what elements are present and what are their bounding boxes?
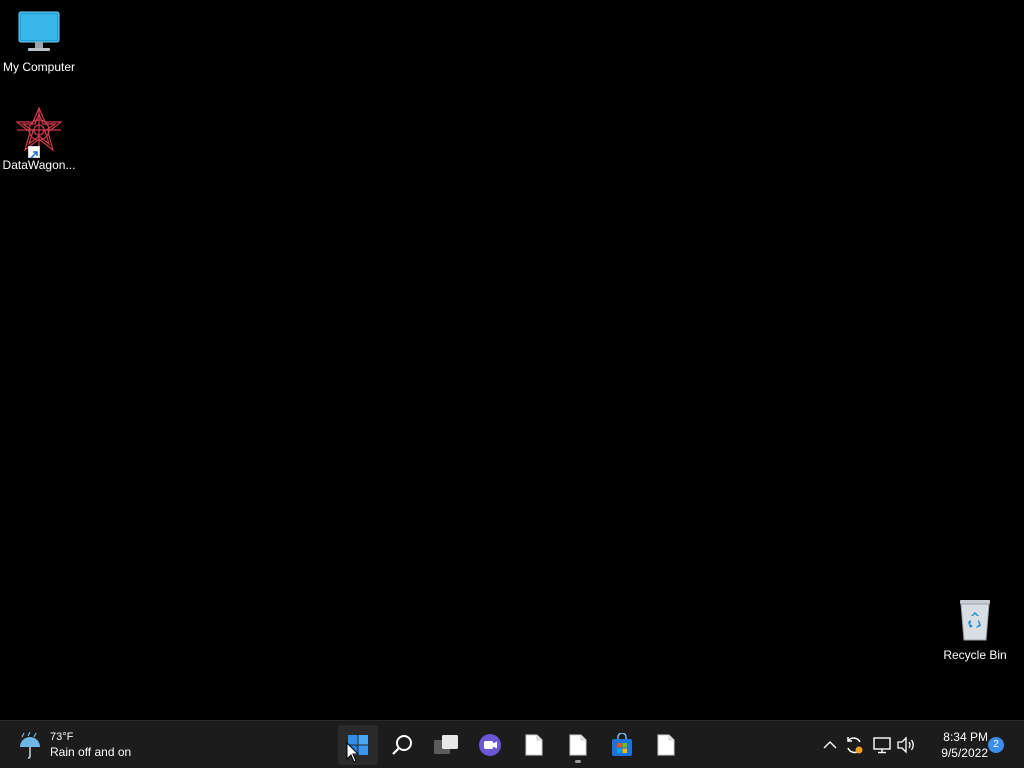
mouse-cursor-icon — [346, 741, 360, 764]
desktop-icon-label: My Computer — [2, 60, 76, 74]
search-icon — [392, 735, 412, 755]
network-icon — [873, 737, 891, 754]
taskbar-file-app[interactable] — [646, 725, 686, 765]
datawagon-logo-icon — [15, 106, 63, 159]
network-tray-button[interactable] — [870, 733, 894, 757]
recycle-bin-shortcut[interactable]: Recycle Bin — [936, 596, 1014, 662]
taskbar: 73°F Rain off and on 8:34 PM 9/5/2022 2 — [0, 720, 1024, 768]
clock-date: 9/5/2022 — [941, 746, 988, 760]
sync-icon — [847, 737, 863, 754]
taskbar-file-app[interactable] — [558, 725, 598, 765]
task-view-icon — [434, 735, 458, 754]
chevron-up-icon — [823, 741, 837, 749]
weather-temperature: 73°F — [50, 731, 74, 743]
search-button[interactable] — [382, 725, 422, 765]
datawagon-shortcut[interactable]: DataWagon... — [0, 106, 78, 172]
taskbar-file-app[interactable] — [514, 725, 554, 765]
my-computer-icon-shortcut[interactable]: My Computer — [0, 8, 78, 74]
task-view-button[interactable] — [426, 725, 466, 765]
file-icon — [525, 734, 543, 756]
running-indicator — [575, 760, 581, 763]
recycle-bin-icon — [951, 596, 999, 644]
chat-button[interactable] — [470, 725, 510, 765]
monitor-icon — [15, 8, 63, 56]
show-hidden-icons-button[interactable] — [818, 733, 842, 757]
shortcut-arrow-icon — [28, 146, 40, 159]
file-icon — [569, 734, 587, 756]
desktop: My Computer DataWagon... Recycle Bin — [0, 0, 1024, 720]
rain-umbrella-icon — [14, 729, 46, 761]
clock-time: 8:34 PM — [943, 730, 988, 744]
weather-condition: Rain off and on — [50, 745, 132, 759]
clock-button[interactable]: 8:34 PM 9/5/2022 — [924, 729, 988, 761]
store-icon — [612, 733, 632, 756]
store-button[interactable] — [602, 725, 642, 765]
chat-camera-icon — [479, 734, 501, 756]
file-icon — [657, 734, 675, 756]
weather-widget[interactable]: 73°F Rain off and on — [14, 728, 144, 762]
desktop-icon-label: Recycle Bin — [943, 648, 1007, 662]
sync-tray-button[interactable] — [842, 733, 866, 757]
volume-icon — [897, 736, 914, 754]
notification-badge[interactable]: 2 — [988, 737, 1004, 753]
desktop-icon-label: DataWagon... — [2, 158, 76, 172]
volume-tray-button[interactable] — [894, 733, 918, 757]
